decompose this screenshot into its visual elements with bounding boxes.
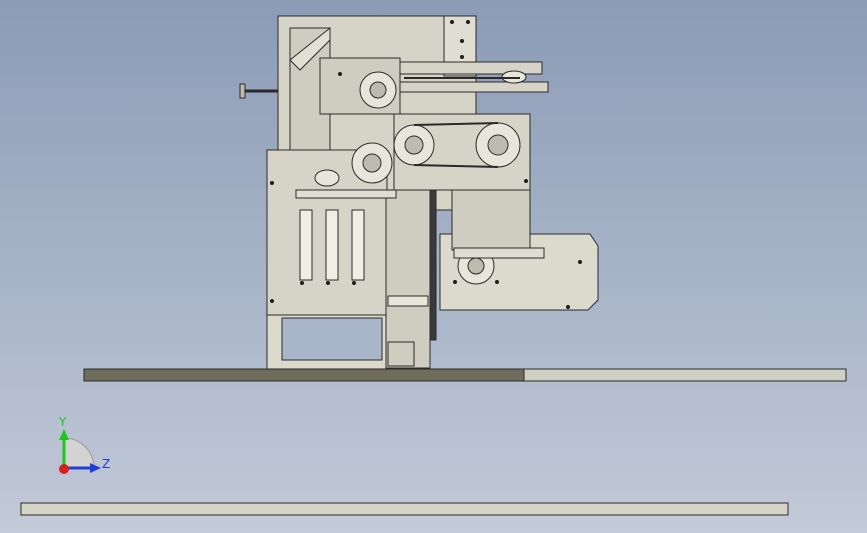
lower-bracket xyxy=(387,295,429,307)
triad-y-label: Y xyxy=(58,415,67,429)
pulley-mid-left-hub xyxy=(362,153,382,173)
slot-1 xyxy=(299,209,313,281)
floor-plate-dark xyxy=(83,368,525,382)
pulley-top-hub xyxy=(369,81,387,99)
handle-knob xyxy=(239,83,246,99)
bottom-block xyxy=(387,341,415,367)
roller-left xyxy=(314,169,340,187)
floor-plate-light xyxy=(523,368,847,382)
top-arm-2 xyxy=(399,81,549,93)
pulley-center-hub xyxy=(404,135,424,155)
horizontal-plate xyxy=(295,189,397,199)
triad-x-origin xyxy=(59,464,69,474)
triad-z-arrow xyxy=(90,463,101,473)
orientation-triad: Y Z xyxy=(58,415,110,474)
center-column xyxy=(385,189,431,369)
triad-y-arrow xyxy=(59,429,69,440)
motor-wheel-hub xyxy=(467,257,485,275)
slot-3 xyxy=(351,209,365,281)
pulley-right-hub xyxy=(487,134,509,156)
column-rail xyxy=(429,189,437,341)
slot-2 xyxy=(325,209,339,281)
triad-z-label: Z xyxy=(102,457,110,471)
guide-block xyxy=(453,247,545,259)
base-opening xyxy=(281,317,383,361)
triad-quarter-disc xyxy=(63,437,95,469)
motor-support xyxy=(451,189,531,251)
cad-viewport[interactable]: Y Z xyxy=(0,0,867,533)
lower-plate xyxy=(20,502,789,516)
